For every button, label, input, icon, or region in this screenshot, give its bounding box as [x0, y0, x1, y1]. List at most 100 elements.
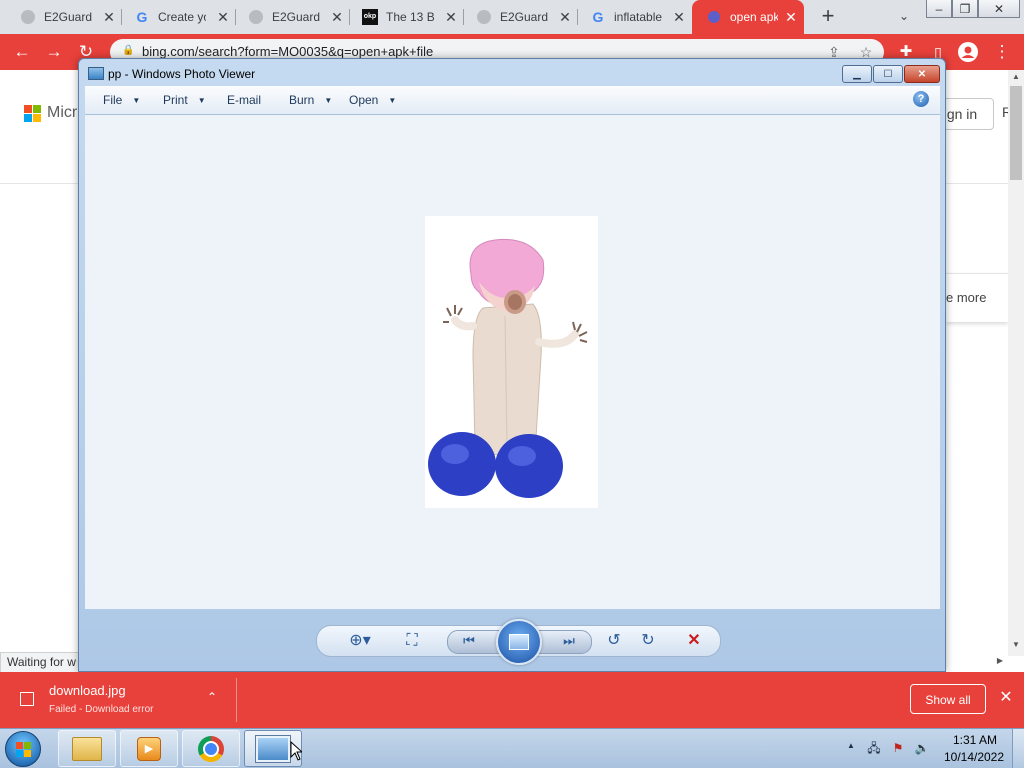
menu-burn[interactable]: Burn ▼ — [289, 93, 332, 107]
browser-tab[interactable]: E2Guardi ✕ — [456, 0, 578, 34]
close-shelf-icon[interactable]: ✕ — [998, 690, 1014, 706]
minimize-icon[interactable]: ▁ — [842, 65, 872, 83]
photo-display-area — [85, 115, 940, 609]
see-more-link[interactable]: e more — [946, 290, 986, 305]
scroll-down-arrow-icon[interactable]: ▼ — [1008, 640, 1024, 652]
download-shelf: download.jpg Failed - Download error ⌃ S… — [0, 672, 1024, 728]
menu-label: E-mail — [227, 93, 262, 107]
clock-time[interactable]: 1:31 AM — [946, 733, 1004, 747]
taskbar-media-player[interactable]: ▶ — [120, 730, 178, 767]
tab-favicon-icon — [248, 9, 264, 25]
microsoft-squares-icon — [24, 104, 41, 122]
delete-icon[interactable]: ✕ — [683, 631, 705, 651]
new-tab-plus-icon[interactable]: + — [816, 4, 840, 28]
dropdown-arrow-icon: ▼ — [197, 95, 206, 105]
download-filename: download.jpg — [49, 683, 126, 698]
window-minimize-icon[interactable]: ‒ — [926, 0, 952, 18]
next-icon[interactable]: ⏭ — [558, 631, 580, 651]
window-restore-icon[interactable]: ❐ — [952, 0, 978, 18]
menu-label: File — [103, 93, 123, 107]
download-item[interactable]: download.jpg Failed - Download error ⌃ — [0, 672, 236, 728]
microsoft-logo[interactable]: Micr — [24, 104, 77, 122]
menu-label: Burn — [289, 93, 315, 107]
chevron-up-icon[interactable]: ⌃ — [204, 690, 220, 706]
download-divider — [236, 678, 237, 722]
window-title: pp - Windows Photo Viewer — [108, 67, 256, 81]
okp-favicon-icon: okp — [362, 9, 378, 25]
previous-icon[interactable]: ⏮ — [458, 631, 480, 651]
tab-title: inflatable — [614, 10, 662, 24]
media-player-icon: ▶ — [137, 736, 161, 761]
tab-title: Create yo — [158, 10, 206, 24]
tab-title: E2Guardi — [44, 10, 92, 24]
photo-viewer-app-icon[interactable] — [88, 67, 104, 80]
show-desktop-button[interactable] — [1012, 729, 1024, 768]
tab-title: E2Guardi — [272, 10, 320, 24]
lock-icon[interactable]: 🔒 — [122, 45, 134, 58]
windows-logo-icon — [15, 741, 31, 757]
tab-favicon-icon — [476, 9, 492, 25]
playback-controls: ⊕▾ ⛶ ⏮ ⏭ ↺ ↻ ✕ — [316, 619, 721, 665]
window-close-icon[interactable]: ✕ — [978, 0, 1020, 18]
browser-tab[interactable]: G Create yo ✕ — [114, 0, 236, 34]
scroll-right-arrow-icon[interactable]: ▶ — [992, 656, 1008, 670]
tab-favicon-icon — [20, 9, 36, 25]
tab-close-icon[interactable]: ✕ — [784, 10, 798, 24]
menu-email[interactable]: E-mail — [227, 93, 261, 107]
tab-close-icon[interactable]: ✕ — [672, 10, 686, 24]
clock-date[interactable]: 10/14/2022 — [942, 750, 1006, 764]
browser-tab[interactable]: G inflatable ✕ — [570, 0, 692, 34]
tab-title: open apk — [730, 10, 778, 24]
taskbar-explorer[interactable] — [58, 730, 116, 767]
kebab-menu-icon[interactable]: ⋮ — [992, 42, 1012, 62]
rotate-clockwise-icon[interactable]: ↻ — [637, 631, 659, 651]
menu-label: Open — [349, 93, 379, 107]
dropdown-arrow-icon: ▼ — [388, 95, 397, 105]
close-icon[interactable]: ✕ — [904, 65, 940, 83]
browser-tab[interactable]: E2Guardi ✕ — [228, 0, 350, 34]
menu-label: Print — [163, 93, 188, 107]
help-icon[interactable]: ? — [913, 91, 929, 107]
browser-tab[interactable]: E2Guardi ✕ — [0, 0, 122, 34]
tab-search-chevron-icon[interactable]: ⌄ — [896, 9, 912, 25]
tab-title: E2Guardi — [500, 10, 548, 24]
show-hidden-icons-icon[interactable]: ▲ — [846, 741, 856, 751]
actual-size-icon[interactable]: ⛶ — [401, 631, 423, 651]
rotate-counterclockwise-icon[interactable]: ↺ — [603, 631, 625, 651]
scrollbar-thumb[interactable] — [1010, 86, 1022, 180]
slideshow-button[interactable] — [496, 619, 542, 665]
menu-open[interactable]: Open ▼ — [349, 93, 396, 107]
google-g-icon: G — [136, 9, 148, 25]
photo-viewer-menubar: File ▼ Print ▼ E-mail Burn ▼ Open ▼ — [85, 86, 940, 115]
network-icon[interactable]: 🖧 — [866, 740, 882, 756]
browser-tab-strip: E2Guardi ✕ G Create yo ✕ E2Guardi ✕ okp … — [0, 0, 1024, 34]
scroll-up-arrow-icon[interactable]: ▲ — [1008, 72, 1024, 84]
action-center-flag-icon[interactable]: ⚑ — [890, 740, 906, 756]
browser-tab[interactable]: okp The 13 B ✕ — [342, 0, 464, 34]
browser-tab-active[interactable]: open apk ✕ — [692, 0, 804, 34]
taskbar-chrome[interactable] — [182, 730, 240, 767]
mouse-cursor-icon — [290, 741, 302, 761]
zoom-icon[interactable]: ⊕▾ — [343, 631, 377, 651]
forward-arrow-icon[interactable]: → — [44, 42, 64, 62]
menu-file[interactable]: File ▼ — [103, 93, 140, 107]
menu-print[interactable]: Print ▼ — [163, 93, 206, 107]
logo-text: Micr — [47, 104, 78, 121]
chrome-icon — [198, 735, 224, 762]
profile-avatar-icon[interactable] — [958, 42, 978, 62]
google-g-icon: G — [592, 9, 604, 25]
displayed-photo — [425, 216, 598, 508]
start-button[interactable] — [5, 731, 41, 767]
folder-icon — [72, 736, 102, 761]
slideshow-icon — [509, 634, 529, 650]
maximize-icon[interactable]: ☐ — [873, 65, 903, 83]
download-status: Failed - Download error — [49, 704, 154, 715]
dropdown-arrow-icon: ▼ — [132, 95, 141, 105]
back-arrow-icon[interactable]: ← — [12, 42, 32, 62]
url-text[interactable]: bing.com/search?form=MO0035&q=open+apk+f… — [142, 44, 433, 59]
show-all-button[interactable]: Show all — [910, 684, 986, 714]
browser-status-bubble: Waiting for w — [0, 652, 83, 673]
volume-icon[interactable]: 🔈 — [914, 740, 930, 756]
file-image-icon — [20, 692, 34, 706]
tab-title: The 13 B — [386, 10, 434, 24]
